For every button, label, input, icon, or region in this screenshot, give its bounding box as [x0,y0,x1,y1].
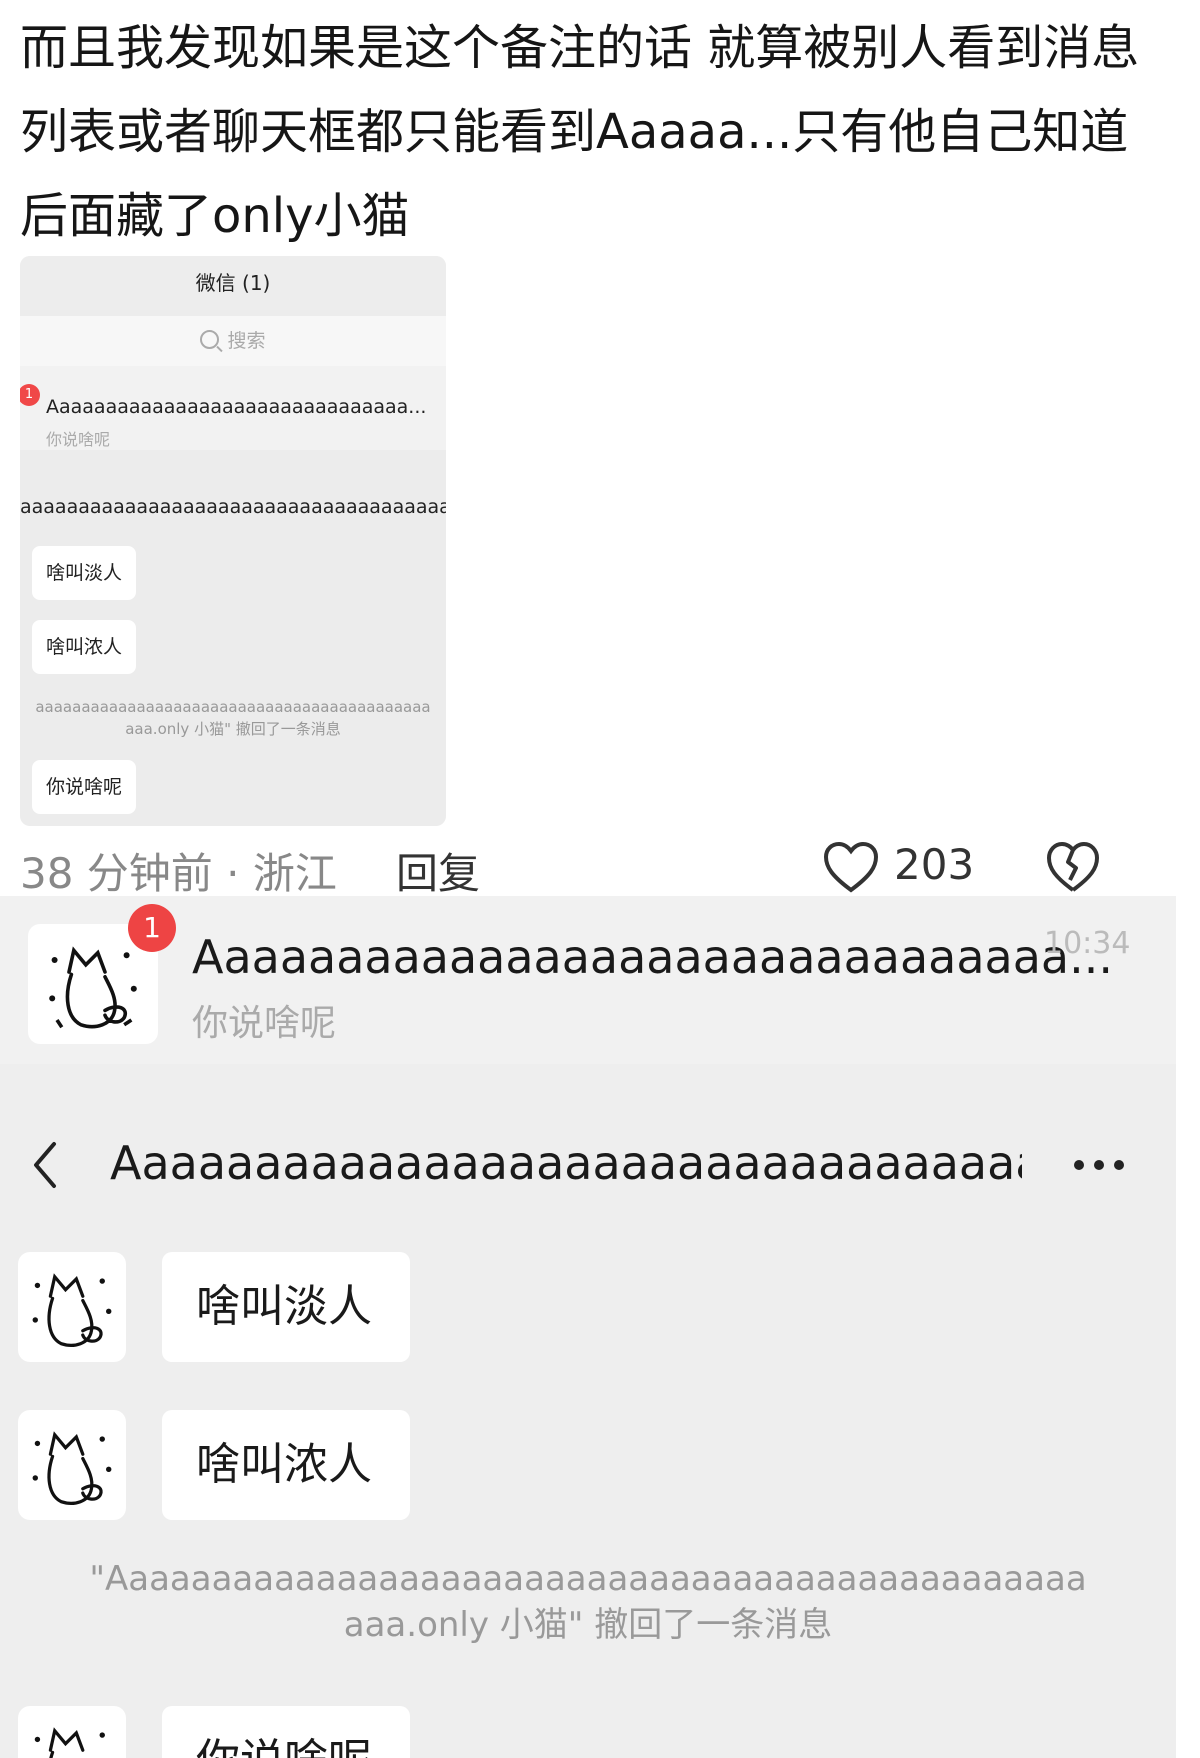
mini-search-placeholder: 搜索 [227,330,266,352]
contact-preview: 你说啥呢 [192,1003,337,1044]
message-bubble: 啥叫淡人 [162,1252,410,1362]
recall-line-1: "Aaaaaaaaaaaaaaaaaaaaaaaaaaaaaaaaaaaaaaa… [89,1559,1087,1599]
mini-recall-line-2: aaa.only 小猫" 撤回了一条消息 [125,720,341,738]
mini-search-bar: 搜索 [20,316,446,366]
cat-doodle-icon [34,1727,105,1758]
mini-header-title: 微信 (1) [20,256,446,310]
recall-notice: "Aaaaaaaaaaaaaaaaaaaaaaaaaaaaaaaaaaaaaaa… [0,1556,1176,1648]
back-chevron-icon[interactable] [30,1140,60,1190]
mini-recall-notice: aaaaaaaaaaaaaaaaaaaaaaaaaaaaaaaaaaaaaaaa… [20,696,446,740]
mini-screenshot[interactable]: 微信 (1) 搜索 1 Aaaaaaaaaaaaaaaaaaaaaaaaaaaa… [20,256,446,826]
avatar[interactable] [18,1706,126,1758]
recall-line-2: aaa.only 小猫" 撤回了一条消息 [343,1605,833,1645]
mini-message-bubble: 你说啥呢 [32,760,137,814]
more-options-icon[interactable] [1074,1160,1124,1172]
message-bubble: 你说啥呢 [162,1706,410,1758]
comment-time-location: 38 分钟前 · 浙江 [20,849,337,898]
mini-contact-name: Aaaaaaaaaaaaaaaaaaaaaaaaaaaaaaa... [46,396,427,418]
mini-recall-line-1: aaaaaaaaaaaaaaaaaaaaaaaaaaaaaaaaaaaaaaaa… [35,698,431,716]
chat-title: Aaaaaaaaaaaaaaaaaaaaaaaaaaaaaaaaaaaaaaa [110,1136,1022,1190]
broken-heart-icon[interactable] [1046,840,1100,894]
like-count: 203 [894,840,975,889]
mini-contact-preview: 你说啥呢 [46,430,111,449]
search-icon [200,330,220,349]
cat-doodle-icon [32,1273,112,1347]
mini-chat-title: aaaaaaaaaaaaaaaaaaaaaaaaaaaaaaaaaaaaa [20,496,446,518]
unread-badge: 1 [128,904,176,952]
comment-text: 而且我发现如果是这个备注的话 就算被别人看到消息列表或者聊天框都只能看到Aaaa… [20,20,1140,244]
mini-message-bubble: 啥叫淡人 [32,546,137,600]
cat-doodle-icon [32,1431,112,1505]
mini-message-bubble: 啥叫浓人 [32,620,137,674]
message-time: 10:34 [1044,926,1131,961]
avatar[interactable] [18,1410,126,1520]
contact-name: Aaaaaaaaaaaaaaaaaaaaaaaaaaaaaaa... [192,930,1113,984]
zoomed-screenshot[interactable]: 1 Aaaaaaaaaaaaaaaaaaaaaaaaaaaaaaa... 10:… [0,896,1176,1758]
reply-button[interactable]: 回复 [396,840,480,901]
heart-icon [823,841,879,893]
message-bubble: 啥叫浓人 [162,1410,410,1520]
avatar[interactable] [18,1252,126,1362]
